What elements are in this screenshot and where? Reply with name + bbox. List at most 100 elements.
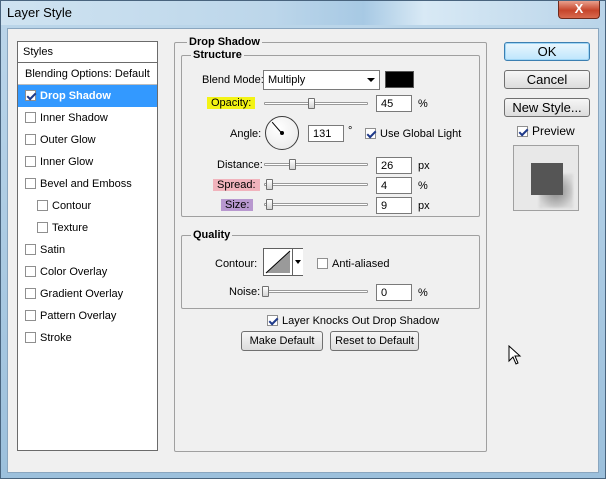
style-item-outer-glow[interactable]: Outer Glow: [18, 129, 157, 151]
style-item-stroke[interactable]: Stroke: [18, 327, 157, 349]
new-style-button[interactable]: New Style...: [504, 98, 590, 117]
knockout-label: Layer Knocks Out Drop Shadow: [282, 315, 440, 327]
style-item-pattern-overlay[interactable]: Pattern Overlay: [18, 305, 157, 327]
style-item-inner-glow[interactable]: Inner Glow: [18, 151, 157, 173]
style-item-label: Gradient Overlay: [40, 288, 124, 300]
contour-picker[interactable]: [263, 248, 303, 276]
drop-shadow-checkbox[interactable]: [25, 90, 36, 101]
anti-aliased-checkbox[interactable]: [317, 258, 328, 269]
shadow-color-swatch[interactable]: [385, 71, 414, 88]
drop-shadow-frame: Drop Shadow Structure Blend Mode: Multip…: [174, 36, 487, 452]
structure-group: Structure Blend Mode: Multiply Opacity: …: [181, 49, 480, 217]
distance-input[interactable]: [376, 157, 412, 174]
size-unit: px: [418, 200, 430, 212]
style-item-color-overlay[interactable]: Color Overlay: [18, 261, 157, 283]
style-item-label: Color Overlay: [40, 266, 108, 278]
ok-button[interactable]: OK: [504, 42, 590, 61]
style-item-label: Outer Glow: [40, 134, 96, 146]
inner-glow-checkbox[interactable]: [25, 156, 36, 167]
size-label: Size:: [221, 199, 254, 211]
contour-curve-icon: [265, 250, 291, 274]
angle-input[interactable]: [308, 125, 344, 142]
angle-label: Angle:: [230, 128, 262, 140]
opacity-input[interactable]: [376, 95, 412, 112]
contour-dropdown-arrow[interactable]: [292, 249, 303, 275]
blending-options-item[interactable]: Blending Options: Default: [18, 63, 157, 85]
pattern-overlay-checkbox[interactable]: [25, 310, 36, 321]
styles-header[interactable]: Styles: [18, 42, 157, 63]
satin-checkbox[interactable]: [25, 244, 36, 255]
style-item-inner-shadow[interactable]: Inner Shadow: [18, 107, 157, 129]
chevron-down-icon: [367, 78, 375, 82]
make-default-button[interactable]: Make Default: [241, 331, 323, 351]
bevel-emboss-checkbox[interactable]: [25, 178, 36, 189]
opacity-slider[interactable]: [264, 98, 368, 109]
texture-checkbox[interactable]: [37, 222, 48, 233]
angle-dial-center: [280, 131, 284, 135]
style-item-texture[interactable]: Texture: [18, 217, 157, 239]
size-input[interactable]: [376, 197, 412, 214]
drop-shadow-title: Drop Shadow: [187, 36, 262, 48]
spread-slider[interactable]: [264, 179, 368, 190]
stroke-checkbox[interactable]: [25, 332, 36, 343]
style-item-label: Satin: [40, 244, 66, 256]
structure-title: Structure: [191, 49, 244, 61]
size-slider-thumb[interactable]: [266, 199, 274, 210]
style-item-satin[interactable]: Satin: [18, 239, 157, 261]
layer-style-dialog: Layer Style X Styles Blending Options: D…: [0, 0, 606, 479]
style-item-bevel-emboss[interactable]: Bevel and Emboss: [18, 173, 157, 195]
noise-slider-thumb[interactable]: [262, 286, 269, 297]
distance-label: Distance:: [217, 159, 263, 171]
style-item-drop-shadow[interactable]: Drop Shadow: [18, 85, 157, 107]
distance-slider-thumb[interactable]: [288, 159, 296, 170]
quality-group: Quality Contour: Anti-aliased Noise: %: [181, 229, 480, 309]
inner-shadow-checkbox[interactable]: [25, 112, 36, 123]
styles-list: Styles Blending Options: Default Drop Sh…: [17, 41, 158, 451]
spread-input[interactable]: [376, 177, 412, 194]
angle-dial[interactable]: [265, 116, 299, 150]
use-global-light-checkbox[interactable]: [365, 128, 376, 139]
blend-mode-label: Blend Mode:: [202, 74, 264, 86]
distance-unit: px: [418, 160, 430, 172]
knockout-checkbox[interactable]: [267, 315, 278, 326]
close-button[interactable]: X: [558, 1, 600, 19]
spread-slider-thumb[interactable]: [266, 179, 274, 190]
blend-mode-select[interactable]: Multiply: [263, 70, 380, 90]
style-item-label: Contour: [52, 200, 92, 212]
color-overlay-checkbox[interactable]: [25, 266, 36, 277]
preview-toggle[interactable]: Preview: [517, 124, 575, 138]
distance-slider[interactable]: [264, 159, 368, 170]
anti-aliased-toggle[interactable]: Anti-aliased: [317, 258, 389, 270]
noise-unit: %: [418, 287, 428, 299]
mouse-cursor-icon: [508, 345, 522, 365]
preview-checkbox[interactable]: [517, 126, 528, 137]
cancel-button[interactable]: Cancel: [504, 70, 590, 89]
title-bar[interactable]: Layer Style X: [1, 1, 605, 25]
preview-square: [531, 163, 563, 195]
noise-label: Noise:: [229, 286, 261, 298]
style-item-label: Drop Shadow: [40, 90, 111, 102]
size-slider[interactable]: [264, 199, 368, 210]
quality-title: Quality: [191, 229, 233, 241]
opacity-unit: %: [418, 98, 428, 110]
noise-slider[interactable]: [262, 286, 368, 297]
outer-glow-checkbox[interactable]: [25, 134, 36, 145]
opacity-label-text: Opacity:: [207, 97, 256, 109]
window-title: Layer Style: [7, 5, 73, 20]
reset-to-default-button[interactable]: Reset to Default: [330, 331, 419, 351]
spread-unit: %: [418, 180, 428, 192]
style-item-label: Inner Shadow: [40, 112, 108, 124]
knockout-toggle[interactable]: Layer Knocks Out Drop Shadow: [267, 315, 439, 327]
use-global-light-label: Use Global Light: [380, 128, 462, 140]
style-item-label: Pattern Overlay: [40, 310, 117, 322]
style-item-contour[interactable]: Contour: [18, 195, 157, 217]
noise-input[interactable]: [376, 284, 412, 301]
use-global-light-toggle[interactable]: Use Global Light: [365, 128, 461, 140]
blend-mode-value: Multiply: [268, 74, 306, 86]
contour-checkbox[interactable]: [37, 200, 48, 211]
style-item-gradient-overlay[interactable]: Gradient Overlay: [18, 283, 157, 305]
opacity-slider-thumb[interactable]: [307, 98, 315, 109]
gradient-overlay-checkbox[interactable]: [25, 288, 36, 299]
preview-label: Preview: [532, 124, 575, 138]
size-label-text: Size:: [221, 199, 254, 211]
